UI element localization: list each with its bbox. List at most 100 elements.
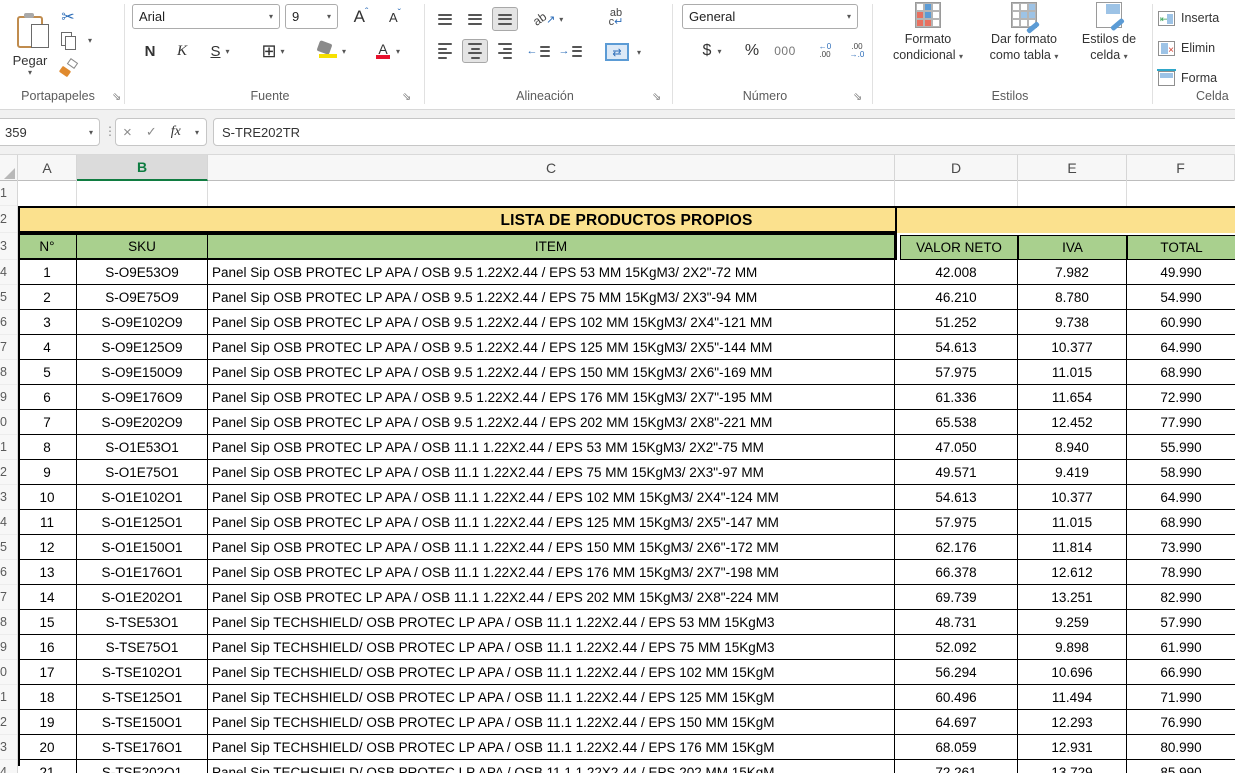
cell-item[interactable]: Panel Sip OSB PROTEC LP APA / OSB 9.5 1.… bbox=[208, 360, 895, 385]
cell-iva[interactable]: 10.696 bbox=[1018, 660, 1127, 685]
cell-sku[interactable]: S-O1E202O1 bbox=[77, 585, 208, 610]
cell-iva[interactable]: 9.738 bbox=[1018, 310, 1127, 335]
row-header-373[interactable]: 373 bbox=[0, 735, 18, 760]
cell-n[interactable]: 18 bbox=[18, 685, 77, 710]
fill-color-button[interactable]: ▾ bbox=[308, 38, 354, 64]
decrease-indent-button[interactable]: ← bbox=[524, 39, 552, 63]
cell-n[interactable]: 5 bbox=[18, 360, 77, 385]
table-header-valor-neto[interactable]: VALOR NETO bbox=[900, 235, 1018, 260]
format-painter-button[interactable] bbox=[56, 56, 82, 80]
table-header-sku[interactable]: SKU bbox=[77, 233, 208, 260]
column-header-C[interactable]: C bbox=[208, 155, 895, 181]
cell-sku[interactable]: S-TSE125O1 bbox=[77, 685, 208, 710]
cell-item[interactable]: Panel Sip OSB PROTEC LP APA / OSB 9.5 1.… bbox=[208, 310, 895, 335]
cell-sku[interactable]: S-O1E176O1 bbox=[77, 560, 208, 585]
cell-valor-neto[interactable]: 65.538 bbox=[895, 410, 1018, 435]
cell-iva[interactable]: 9.419 bbox=[1018, 460, 1127, 485]
cell-n[interactable]: 11 bbox=[18, 510, 77, 535]
cell-iva[interactable]: 11.494 bbox=[1018, 685, 1127, 710]
cell-valor-neto[interactable]: 69.739 bbox=[895, 585, 1018, 610]
cell-n[interactable]: 8 bbox=[18, 435, 77, 460]
cell-iva[interactable]: 8.940 bbox=[1018, 435, 1127, 460]
row-header-355[interactable]: 355 bbox=[0, 285, 18, 310]
cell-iva[interactable]: 7.982 bbox=[1018, 260, 1127, 285]
cell-item[interactable]: Panel Sip TECHSHIELD/ OSB PROTEC LP APA … bbox=[208, 685, 895, 710]
font-name-combo[interactable]: Arial ▾ bbox=[132, 4, 280, 29]
increase-decimal-button[interactable]: ←0.00 bbox=[810, 38, 840, 64]
cell-total[interactable]: 71.990 bbox=[1127, 685, 1235, 710]
cell-total[interactable]: 73.990 bbox=[1127, 535, 1235, 560]
cell-n[interactable]: 13 bbox=[18, 560, 77, 585]
increase-indent-button[interactable]: → bbox=[556, 39, 584, 63]
cell-total[interactable]: 80.990 bbox=[1127, 735, 1235, 760]
cell-total[interactable]: 68.990 bbox=[1127, 360, 1235, 385]
row-header-354[interactable]: 354 bbox=[0, 260, 18, 285]
enter-icon[interactable]: ✓ bbox=[146, 124, 157, 140]
cell-valor-neto[interactable]: 49.571 bbox=[895, 460, 1018, 485]
row-header-358[interactable]: 358 bbox=[0, 360, 18, 385]
cell-valor-neto[interactable]: 47.050 bbox=[895, 435, 1018, 460]
cell-valor-neto[interactable]: 54.613 bbox=[895, 485, 1018, 510]
cell-total[interactable]: 57.990 bbox=[1127, 610, 1235, 635]
cell-valor-neto[interactable]: 61.336 bbox=[895, 385, 1018, 410]
cell-n[interactable]: 3 bbox=[18, 310, 77, 335]
cell-item[interactable]: Panel Sip OSB PROTEC LP APA / OSB 9.5 1.… bbox=[208, 260, 895, 285]
cut-button[interactable]: ✂ bbox=[56, 6, 80, 28]
comma-style-button[interactable]: 000 bbox=[768, 38, 802, 64]
cell-valor-neto[interactable]: 42.008 bbox=[895, 260, 1018, 285]
cell-valor-neto[interactable]: 64.697 bbox=[895, 710, 1018, 735]
shrink-font-button[interactable]: Aˇ bbox=[380, 4, 410, 30]
cell-iva[interactable]: 11.654 bbox=[1018, 385, 1127, 410]
format-cells-button[interactable]: Forma bbox=[1158, 66, 1235, 90]
cell-n[interactable]: 19 bbox=[18, 710, 77, 735]
row-header-361[interactable]: 361 bbox=[0, 435, 18, 460]
cell-n[interactable]: 2 bbox=[18, 285, 77, 310]
cell-item[interactable]: Panel Sip OSB PROTEC LP APA / OSB 9.5 1.… bbox=[208, 410, 895, 435]
cell-item[interactable]: Panel Sip OSB PROTEC LP APA / OSB 11.1 1… bbox=[208, 535, 895, 560]
number-dialog-launcher-icon[interactable]: ⇘ bbox=[853, 90, 862, 103]
cell-sku[interactable]: S-TSE75O1 bbox=[77, 635, 208, 660]
drag-handle-icon[interactable]: ⋮ bbox=[104, 124, 115, 138]
row-header-357[interactable]: 357 bbox=[0, 335, 18, 360]
cell-item[interactable]: Panel Sip TECHSHIELD/ OSB PROTEC LP APA … bbox=[208, 660, 895, 685]
cell-item[interactable]: Panel Sip OSB PROTEC LP APA / OSB 11.1 1… bbox=[208, 485, 895, 510]
chevron-down-icon[interactable]: ▾ bbox=[88, 36, 92, 45]
table-header-total[interactable]: TOTAL bbox=[1127, 235, 1235, 260]
cell-n[interactable]: 21 bbox=[18, 760, 77, 773]
align-bottom-button[interactable] bbox=[492, 7, 518, 31]
select-all-corner[interactable] bbox=[0, 155, 18, 181]
cell-n[interactable]: 17 bbox=[18, 660, 77, 685]
cell-n[interactable]: 16 bbox=[18, 635, 77, 660]
align-middle-button[interactable] bbox=[462, 7, 488, 31]
percent-button[interactable]: % bbox=[738, 38, 766, 64]
cell-iva[interactable]: 12.612 bbox=[1018, 560, 1127, 585]
cell-n[interactable]: 1 bbox=[18, 260, 77, 285]
column-header-A[interactable]: A bbox=[18, 155, 77, 181]
column-header-D[interactable]: D bbox=[895, 155, 1018, 181]
table-header-n[interactable]: N° bbox=[18, 233, 77, 260]
cell-iva[interactable]: 13.729 bbox=[1018, 760, 1127, 773]
cell-item[interactable]: Panel Sip OSB PROTEC LP APA / OSB 9.5 1.… bbox=[208, 385, 895, 410]
decrease-decimal-button[interactable]: .00→.0 bbox=[842, 38, 872, 64]
table-header-item[interactable]: ITEM bbox=[208, 233, 895, 260]
number-format-combo[interactable]: General ▾ bbox=[682, 4, 858, 29]
font-color-button[interactable]: A ▾ bbox=[364, 38, 410, 64]
row-header-360[interactable]: 360 bbox=[0, 410, 18, 435]
cell-valor-neto[interactable]: 56.294 bbox=[895, 660, 1018, 685]
cell-n[interactable]: 9 bbox=[18, 460, 77, 485]
cell-sku[interactable]: S-O9E176O9 bbox=[77, 385, 208, 410]
column-header-E[interactable]: E bbox=[1018, 155, 1127, 181]
cell-sku[interactable]: S-O1E53O1 bbox=[77, 435, 208, 460]
cell-valor-neto[interactable]: 62.176 bbox=[895, 535, 1018, 560]
underline-button[interactable]: S ▾ bbox=[200, 38, 240, 64]
cell-styles-button[interactable]: Estilos decelda ▾ bbox=[1066, 2, 1152, 86]
cell-total[interactable]: 85.990 bbox=[1127, 760, 1235, 773]
cell-total[interactable]: 76.990 bbox=[1127, 710, 1235, 735]
font-size-combo[interactable]: 9 ▾ bbox=[285, 4, 338, 29]
cell-total[interactable]: 66.990 bbox=[1127, 660, 1235, 685]
cell-n[interactable]: 12 bbox=[18, 535, 77, 560]
cell-total[interactable]: 58.990 bbox=[1127, 460, 1235, 485]
cell-n[interactable]: 15 bbox=[18, 610, 77, 635]
italic-button[interactable]: K bbox=[168, 38, 196, 64]
align-top-button[interactable] bbox=[432, 7, 458, 31]
